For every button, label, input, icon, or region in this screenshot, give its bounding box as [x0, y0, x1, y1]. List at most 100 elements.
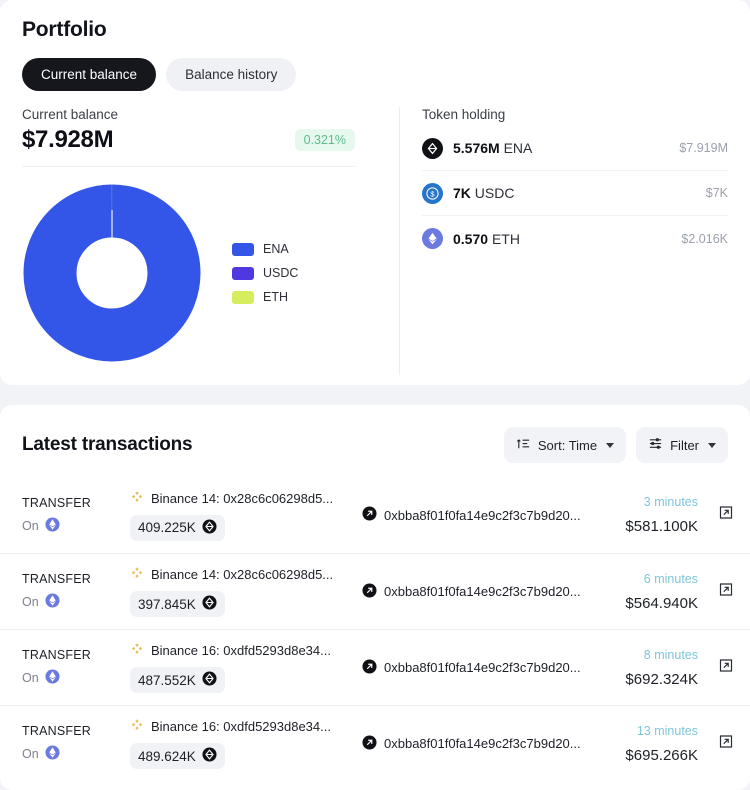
binance-icon [130, 566, 144, 583]
tx-usd-value: $581.100K [625, 518, 698, 535]
tx-from[interactable]: Binance 14: 0x28c6c06298d5... [130, 566, 362, 583]
sort-icon [516, 436, 531, 454]
donut-chart [22, 183, 202, 363]
token-holding-title: Token holding [422, 107, 506, 122]
token-value-eth: $2.016K [681, 231, 728, 246]
tx-usd-value: $564.940K [625, 594, 698, 612]
tx-amount: 397.845K [138, 596, 196, 612]
tx-summary-cell: 3 minutes $581.100K [594, 495, 728, 535]
tx-on-label: On [22, 518, 39, 533]
token-value-usdc: $7K [705, 186, 728, 200]
tx-chain: On [22, 745, 130, 763]
ena-token-icon [202, 747, 217, 765]
transactions-title: Latest transactions [22, 434, 193, 455]
balance-pane: Current balance $7.928M 0.321% ENA USDC … [0, 107, 399, 375]
tx-on-label: On [22, 671, 39, 685]
token-label-ena: 5.576M ENA [453, 140, 533, 156]
token-holding-pane: Token holding 5.576M ENA $7.919M $ 7K US… [400, 107, 750, 375]
external-link-icon[interactable] [718, 657, 734, 678]
legend-item-ena: ENA [232, 242, 298, 256]
sort-button-label: Sort: Time [537, 437, 598, 453]
tx-to-cell: 0xbba8f01f0fa14e9c2f3c7b9d20... [362, 658, 594, 677]
balance-label: Current balance [22, 107, 119, 122]
tab-balance-history[interactable]: Balance history [166, 58, 297, 91]
legend-swatch-usdc [232, 266, 254, 280]
tx-summary-cell: 13 minutes $695.266K [594, 724, 728, 764]
token-value-ena: $7.919M [679, 141, 728, 155]
tx-to[interactable]: 0xbba8f01f0fa14e9c2f3c7b9d20... [362, 582, 594, 601]
tx-to[interactable]: 0xbba8f01f0fa14e9c2f3c7b9d20... [362, 506, 594, 524]
tx-amount: 409.225K [138, 520, 196, 535]
tx-from-address: Binance 16: 0xdfd5293d8e34... [151, 719, 331, 734]
binance-icon [130, 490, 144, 507]
tx-amount-badge: 397.845K [130, 591, 225, 617]
external-link-icon[interactable] [718, 733, 734, 754]
legend-label-usdc: USDC [263, 266, 299, 280]
tx-on-label: On [22, 747, 39, 761]
tx-from[interactable]: Binance 14: 0x28c6c06298d5... [130, 490, 362, 507]
token-label-eth: 0.570 ETH [453, 230, 520, 247]
tx-from-address: Binance 14: 0x28c6c06298d5... [151, 567, 334, 582]
legend-item-usdc: USDC [232, 266, 298, 280]
balance-amount: $7.928M [22, 126, 114, 153]
table-row[interactable]: TRANSFER On Binance 16: 0xdfd5293d8e34..… [0, 629, 750, 705]
filter-button[interactable]: Filter [636, 427, 728, 463]
token-row-eth[interactable]: 0.570 ETH $2.016K [422, 216, 728, 261]
tx-to-address: 0xbba8f01f0fa14e9c2f3c7b9d20... [384, 736, 581, 751]
binance-icon [130, 642, 144, 659]
usdc-token-icon: $ [422, 182, 443, 204]
svg-text:$: $ [430, 189, 435, 198]
tx-chain: On [22, 669, 130, 687]
portfolio-card: Portfolio Current balance Balance histor… [0, 0, 750, 385]
tx-from-address: Binance 14: 0x28c6c06298d5... [151, 490, 334, 506]
transactions-header: Latest transactions Sort: Time Filter [0, 405, 750, 463]
sort-button[interactable]: Sort: Time [503, 427, 627, 463]
chevron-down-icon [606, 442, 615, 448]
latest-transactions-card: Latest transactions Sort: Time Filter TR… [0, 405, 750, 790]
external-link-icon[interactable] [718, 505, 734, 526]
tx-on-label: On [22, 595, 39, 609]
tx-summary-cell: 6 minutes $564.940K [594, 572, 728, 612]
tx-amount-badge: 489.624K [130, 743, 225, 769]
ena-token-icon [202, 595, 217, 613]
legend-label-eth: ETH [263, 290, 288, 304]
token-label-usdc: 7K USDC [453, 185, 515, 201]
tx-type-cell: TRANSFER On [22, 724, 130, 763]
filter-icon [648, 436, 663, 454]
tx-to[interactable]: 0xbba8f01f0fa14e9c2f3c7b9d20... [362, 734, 594, 753]
tx-usd-value: $695.266K [625, 746, 698, 764]
tx-to-cell: 0xbba8f01f0fa14e9c2f3c7b9d20... [362, 506, 594, 524]
portfolio-panes: Current balance $7.928M 0.321% ENA USDC … [0, 107, 750, 375]
table-row[interactable]: TRANSFER On Binance 14: 0x28c6c06298d5..… [0, 477, 750, 553]
table-row[interactable]: TRANSFER On Binance 16: 0xdfd5293d8e34..… [0, 705, 750, 781]
page-root: Portfolio Current balance Balance histor… [0, 0, 750, 790]
tx-chain: On [22, 593, 130, 611]
tx-type: TRANSFER [22, 572, 91, 586]
tx-from[interactable]: Binance 16: 0xdfd5293d8e34... [130, 718, 362, 735]
tx-to-address: 0xbba8f01f0fa14e9c2f3c7b9d20... [384, 584, 581, 599]
balance-change-badge: 0.321% [294, 129, 355, 151]
balance-row: $7.928M 0.321% [22, 126, 377, 154]
tx-from[interactable]: Binance 16: 0xdfd5293d8e34... [130, 642, 362, 659]
portfolio-tabs: Current balance Balance history [22, 58, 728, 91]
portfolio-header: Portfolio Current balance Balance histor… [0, 0, 750, 91]
ethereum-chain-icon [45, 516, 60, 535]
tx-to[interactable]: 0xbba8f01f0fa14e9c2f3c7b9d20... [362, 658, 594, 677]
tx-amount: 489.624K [138, 748, 196, 764]
wallet-arrow-icon [362, 734, 377, 753]
tab-current-balance[interactable]: Current balance [22, 58, 157, 91]
tx-type-cell: TRANSFER On [22, 496, 130, 535]
ethereum-chain-icon [45, 669, 60, 687]
tx-type-cell: TRANSFER On [22, 648, 130, 687]
external-link-icon[interactable] [718, 581, 734, 602]
token-row-usdc[interactable]: $ 7K USDC $7K [422, 171, 728, 216]
tx-to-address: 0xbba8f01f0fa14e9c2f3c7b9d20... [384, 660, 581, 675]
chart-legend: ENA USDC ETH [232, 242, 298, 304]
page-title: Portfolio [22, 18, 107, 41]
tx-to-cell: 0xbba8f01f0fa14e9c2f3c7b9d20... [362, 582, 594, 601]
ethereum-chain-icon [45, 745, 60, 763]
token-row-ena[interactable]: 5.576M ENA $7.919M [422, 126, 728, 171]
wallet-arrow-icon [362, 506, 377, 524]
table-row[interactable]: TRANSFER On Binance 14: 0x28c6c06298d5..… [0, 553, 750, 629]
ena-token-icon [202, 671, 217, 689]
